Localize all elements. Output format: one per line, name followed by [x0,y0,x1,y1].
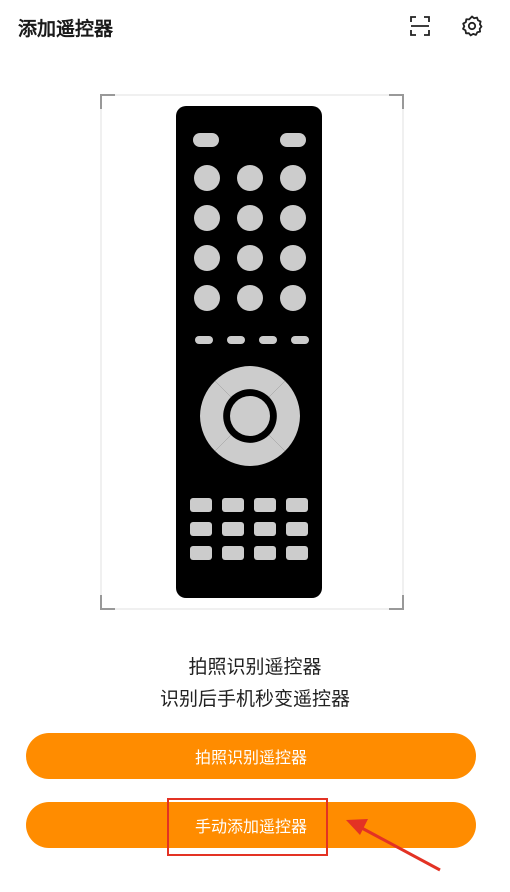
description-line-2: 识别后手机秒变遥控器 [159,688,350,710]
photo-recognize-label: 拍照识别遥控器 [194,748,307,767]
gear-icon[interactable] [460,14,484,38]
photo-recognize-button[interactable]: 拍照识别遥控器 [26,733,476,779]
remote-control-icon [100,94,404,610]
header: 添加遥控器 [0,0,510,56]
page-title: 添加遥控器 [18,18,114,40]
scan-icon[interactable] [408,14,432,38]
description-line-1: 拍照识别遥控器 [188,656,322,678]
manual-add-label: 手动添加遥控器 [194,817,307,836]
remote-illustration [97,91,407,613]
pointer-arrow-icon [340,810,445,879]
